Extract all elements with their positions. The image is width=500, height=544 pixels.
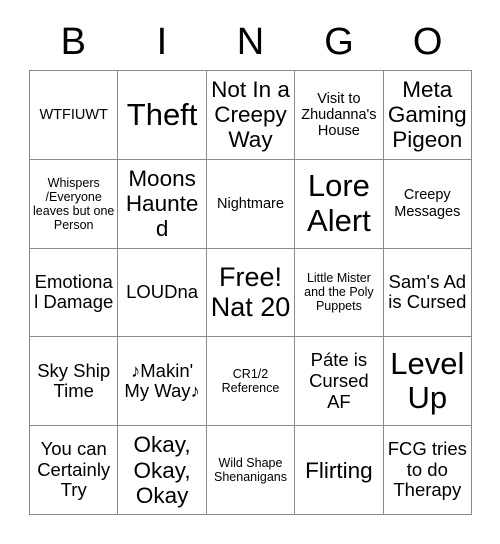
bingo-cell-label: Meta Gaming Pigeon [387,77,467,153]
bingo-cell-label: Little Mister and the Poly Puppets [304,271,374,314]
bingo-cell-label: Level Up [390,345,465,416]
bingo-cell-label: Theft [126,96,198,132]
bingo-cell-label: You can Certainly Try [37,438,111,501]
bingo-cell-label: Moons Haunted [125,165,199,242]
bingo-cell-label: Lore Alert [307,167,371,238]
bingo-cell-label: FCG tries to do Therapy [387,438,467,501]
bingo-cell[interactable]: Meta Gaming Pigeon [383,71,472,160]
bingo-cell-label: WTFIUWT [39,106,108,123]
bingo-cell[interactable]: Páte is Cursed AF [295,337,384,427]
bingo-cell-label: Whispers /Everyone leaves but one Person [33,175,115,232]
bingo-cell[interactable]: Lore Alert [295,159,384,249]
header-letter-o: O [412,21,443,63]
bingo-cell[interactable]: You can Certainly Try [30,426,119,515]
bingo-cell[interactable]: Sky Ship Time [30,337,119,427]
bingo-cell[interactable]: Moons Haunted [118,159,207,249]
bingo-cell[interactable]: Flirting [295,426,384,515]
bingo-cell-label: Emotional Damage [34,270,114,313]
bingo-card: B I N G O WTFIUWT Theft Not In a Creepy Wa… [0,0,500,544]
bingo-cell[interactable]: ♪Makin' My Way♪ [118,337,207,427]
bingo-grid: WTFIUWT Theft Not In a Creepy Way Visit to … [29,70,472,515]
header-letter-g: G [324,21,354,63]
bingo-header: B I N G O [29,16,472,68]
bingo-cell[interactable]: Creepy Messages [383,159,472,249]
bingo-cell-label: Visit to Zhudanna's House [301,90,377,140]
bingo-cell[interactable]: Whispers /Everyone leaves but one Person [30,159,119,249]
bingo-cell-label: Sam's Ad is Cursed [388,270,467,313]
header-letter-i: I [156,21,168,63]
bingo-cell[interactable]: CR1/2 Reference [206,337,296,427]
bingo-cell[interactable]: Visit to Zhudanna's House [295,71,384,160]
bingo-cell-label: LOUDna [126,281,199,303]
bingo-cell-label: Free! Nat 20 [210,262,291,323]
bingo-cell[interactable]: Nightmare [206,159,296,249]
bingo-cell[interactable]: Wild Shape Shenanigans [206,426,296,515]
bingo-cell[interactable]: LOUDna [118,248,207,338]
bingo-cell[interactable]: WTFIUWT [30,71,119,160]
bingo-cell[interactable]: Not In a Creepy Way [206,71,296,160]
bingo-cell[interactable]: Theft [118,71,207,160]
bingo-cell-label: Sky Ship Time [37,359,111,402]
header-letter-n: N [236,21,265,63]
bingo-cell[interactable]: Emotional Damage [30,248,119,338]
bingo-cell[interactable]: Free! Nat 20 [206,248,296,338]
bingo-cell-label: Creepy Messages [394,187,461,220]
bingo-cell[interactable]: Level Up [383,337,472,427]
bingo-cell-label: Flirting [305,457,373,483]
bingo-cell[interactable]: Little Mister and the Poly Puppets [295,248,384,338]
bingo-cell-label: Not In a Creepy Way [211,77,290,153]
bingo-cell[interactable]: Sam's Ad is Cursed [383,248,472,338]
bingo-cell[interactable]: FCG tries to do Therapy [383,426,472,515]
bingo-cell-label: ♪Makin' My Way♪ [124,359,200,402]
bingo-cell-label: CR1/2 Reference [221,367,280,396]
bingo-cell-label: Okay, Okay, Okay [133,432,191,508]
bingo-cell[interactable]: Okay, Okay, Okay [118,426,207,515]
header-letter-b: B [60,21,86,63]
bingo-cell-label: Nightmare [217,195,284,212]
bingo-cell-label: Wild Shape Shenanigans [214,456,287,485]
bingo-cell-label: Páte is Cursed AF [309,349,369,412]
